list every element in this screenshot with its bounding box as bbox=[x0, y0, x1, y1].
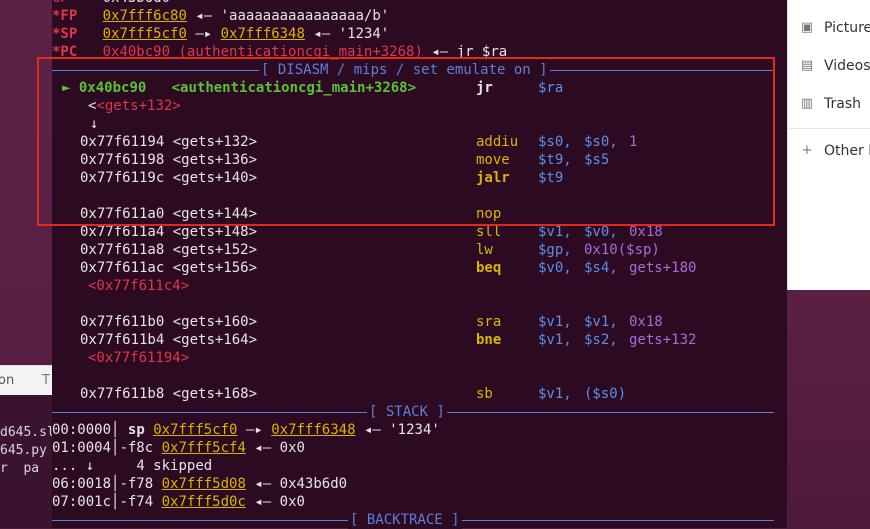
sidebar-item-videos[interactable]: ▤ Videos bbox=[800, 58, 870, 74]
sidebar-item-label: Trash bbox=[824, 96, 861, 112]
sidebar-item-pictures[interactable]: ▣ Pictures bbox=[800, 20, 870, 36]
highlight-box bbox=[37, 57, 775, 226]
trash-icon: ▥ bbox=[800, 96, 814, 111]
stack-row: 07:001c│-f74 0x7fff5d0c ◂— 0x0 bbox=[52, 494, 305, 510]
sidebar-item-label: Videos bbox=[824, 58, 870, 74]
disasm-row: 0x77f611a8 <gets+152> lw $gp, 0x10($sp) bbox=[80, 242, 660, 258]
register-row-sp: *SP 0x7fff5cf0 —▸ 0x7fff6348 ◂— '1234' bbox=[52, 26, 390, 42]
sidebar-item-label: Pictures bbox=[824, 20, 870, 36]
sidebar-item-label: Other L bbox=[824, 143, 870, 159]
stack-row-skipped: ... ↓ 4 skipped bbox=[52, 458, 213, 474]
sidebar-item-other-locations[interactable]: + Other L bbox=[800, 143, 870, 159]
video-icon: ▤ bbox=[800, 58, 814, 73]
branch-target: <0x77f611c4> bbox=[88, 278, 190, 294]
stack-row: 00:0000│ sp 0x7fff5cf0 —▸ 0x7fff6348 ◂— … bbox=[52, 422, 440, 438]
disasm-row: 0x77f611b8 <gets+168> sb $v1, ($s0) bbox=[80, 386, 627, 402]
stack-row: 01:0004│-f8c 0x7fff5cf4 ◂— 0x0 bbox=[52, 440, 305, 456]
background-window[interactable]: on T bbox=[0, 365, 52, 396]
register-row-gp: GP 0x43b6d0 bbox=[52, 0, 170, 7]
background-window-tab: T bbox=[42, 373, 50, 388]
picture-icon: ▣ bbox=[800, 20, 814, 35]
stack-row: 06:0018│-f78 0x7fff5d08 ◂— 0x43b6d0 bbox=[52, 476, 348, 492]
stack-section-header: [ STACK ] bbox=[52, 403, 774, 421]
sidebar-divider bbox=[788, 128, 870, 129]
register-row-fp: *FP 0x7fff6c80 ◂— 'aaaaaaaaaaaaaaaa/b' bbox=[52, 8, 390, 24]
background-terminal-line: r pa bbox=[0, 461, 40, 476]
background-terminal-line: d645.sl bbox=[0, 425, 55, 440]
disasm-row: 0x77f611b0 <gets+160> sra $v1, $v1, 0x18 bbox=[80, 314, 663, 330]
background-window-label: on bbox=[0, 373, 15, 388]
background-terminal[interactable]: d645.sl 645.py r pa bbox=[0, 395, 55, 528]
plus-icon: + bbox=[801, 143, 813, 158]
branch-target: <0x77f61194> bbox=[88, 350, 190, 366]
backtrace-section-header: [ BACKTRACE ] bbox=[52, 511, 774, 529]
disasm-row: 0x77f611b4 <gets+164> bne $v1, $s2, gets+132 bbox=[80, 332, 697, 348]
sidebar-item-trash[interactable]: ▥ Trash bbox=[800, 96, 861, 112]
file-manager-sidebar: ▣ Pictures ▤ Videos ▥ Trash + Other L bbox=[787, 0, 870, 290]
background-terminal-line: 645.py bbox=[0, 443, 47, 458]
disasm-row: 0x77f611ac <gets+156> beq $v0, $s4, gets+180 bbox=[80, 260, 697, 276]
